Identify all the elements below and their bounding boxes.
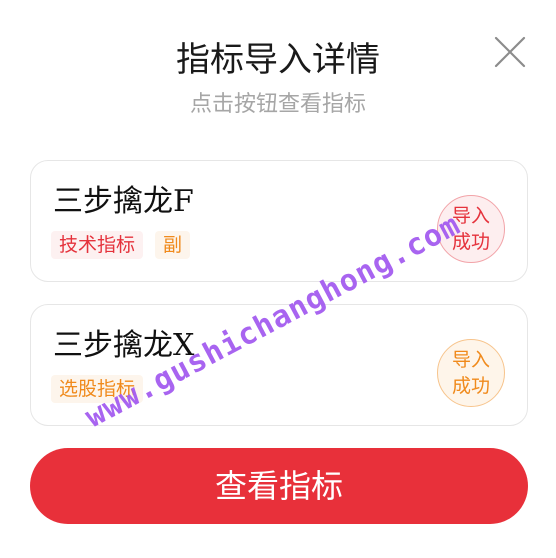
indicator-tags: 技术指标 副 [51, 231, 202, 259]
import-success-stamp: 导入 成功 [437, 339, 505, 407]
indicator-name: 三步擒龙X [53, 328, 195, 363]
close-icon[interactable] [492, 34, 528, 70]
stamp-line-1: 导入 [451, 205, 490, 227]
view-indicators-button[interactable]: 查看指标 [30, 448, 528, 524]
dialog-title: 指标导入详情 [176, 40, 380, 80]
tag-sub-chart: 副 [155, 231, 191, 259]
tag-technical-indicator: 技术指标 [51, 231, 144, 259]
close-icon-graphic [494, 36, 526, 68]
stamp-line-1: 导入 [451, 349, 490, 371]
import-details-dialog: 指标导入详情 点击按钮查看指标 三步擒龙F 技术指标 副 导入 成功 三步擒龙X… [0, 0, 556, 558]
indicator-card[interactable]: 三步擒龙X 选股指标 导入 成功 [30, 304, 528, 426]
stamp-line-2: 成功 [451, 375, 490, 397]
stamp-line-2: 成功 [451, 231, 490, 253]
indicator-tags: 选股指标 [51, 375, 155, 403]
indicator-name: 三步擒龙F [53, 184, 194, 219]
indicator-card[interactable]: 三步擒龙F 技术指标 副 导入 成功 [30, 160, 528, 282]
dialog-subtitle: 点击按钮查看指标 [189, 92, 366, 117]
import-success-stamp: 导入 成功 [437, 195, 505, 263]
tag-stock-selection-indicator: 选股指标 [51, 375, 144, 403]
